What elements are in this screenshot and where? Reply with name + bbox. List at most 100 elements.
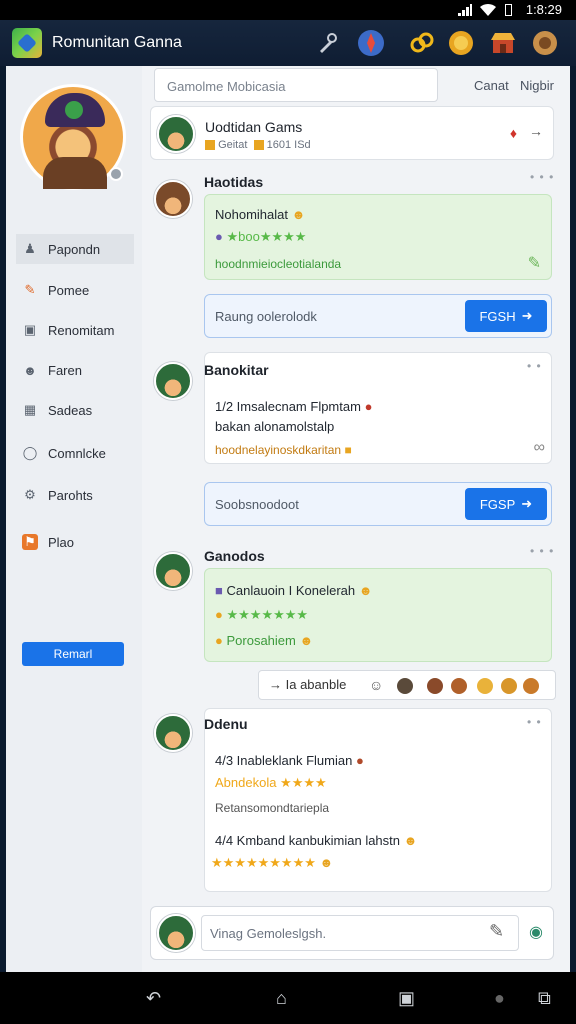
gem-icon	[65, 101, 83, 119]
post-tag[interactable]: hoodnelayinoskdkaritan ■	[215, 443, 352, 457]
shop-icon[interactable]	[489, 29, 517, 57]
avatar[interactable]	[154, 714, 192, 752]
sidebar-item-parohts[interactable]: ⚙ Parohts	[16, 480, 134, 510]
sidebar-action-button[interactable]: Remarl	[22, 642, 124, 666]
pencil-icon: ✎	[24, 282, 36, 297]
post-tag[interactable]: hoodnmieiocleotialanda	[215, 257, 341, 271]
sidebar-item-label: Faren	[48, 362, 82, 378]
post-author: Haotidas	[204, 174, 264, 190]
link-icon[interactable]	[408, 29, 436, 57]
post-text: bakan alonamolstalp	[215, 419, 335, 434]
sidebar: ♟ Papondn ✎ Pomee ▣ Renomitam ☻ Faren ▦ …	[6, 66, 142, 972]
wrench-icon[interactable]	[312, 29, 340, 57]
post-text: 1/2 Imsalecnam Flpmtam ●	[215, 399, 373, 414]
multiwindow-icon[interactable]: ⧉	[538, 988, 551, 1009]
tab-nigbir[interactable]: Nigbir	[520, 78, 554, 93]
back-icon[interactable]: ↶	[146, 988, 161, 1009]
arrow-right-icon: ➜	[521, 496, 533, 511]
settings-badge-icon[interactable]	[531, 29, 559, 57]
arrow-right-icon[interactable]: →	[529, 123, 543, 139]
profile-avatar[interactable]	[20, 84, 126, 190]
avatar	[157, 115, 195, 153]
sidebar-item-label: Pomee	[48, 282, 90, 298]
link-icon[interactable]: ∞	[534, 439, 545, 457]
post-text: ■ Canlauoin I Konelerah ☻	[215, 583, 373, 598]
sidebar-item-pomee[interactable]: ✎ Pomee	[16, 275, 134, 305]
more-options-icon[interactable]: • •	[527, 715, 542, 729]
emoji-icon[interactable]	[397, 678, 413, 694]
grid-icon: ▦	[23, 402, 37, 417]
search-input[interactable]: Gamolme Mobicasia	[154, 68, 438, 102]
post-text: Retansomondtariepla	[215, 801, 330, 815]
app-logo-icon	[12, 28, 42, 58]
send-icon[interactable]: ◉	[529, 922, 543, 942]
reply-input-2[interactable]: Soobsnoodoot FGSP ➜	[204, 482, 552, 526]
emoji-icon[interactable]	[451, 678, 467, 694]
sidebar-item-sadeas[interactable]: ▦ Sadeas	[16, 395, 134, 425]
more-options-icon[interactable]: • • •	[530, 544, 554, 558]
reaction-bar[interactable]: → Ia abanble ☺	[258, 670, 556, 700]
post-bubble: Nohomihalat ☻ ● ★boo★★★★ hoodnmieiocleot…	[204, 194, 552, 280]
post-bubble: ■ Canlauoin I Konelerah ☻ ● ★★★★★★★ ● Po…	[204, 568, 552, 662]
post-button[interactable]: FGSP ➜	[465, 488, 547, 520]
post-text: 4/4 Kmband kanbukimian lahstn ☻	[215, 833, 418, 848]
gear-icon: ⚙	[24, 487, 36, 502]
post-rating: Abndekola ★★★★	[215, 775, 327, 790]
flag-icon: ⚑	[22, 534, 38, 550]
coin-icon[interactable]	[447, 29, 475, 57]
app-title: Romunitan Ganna	[52, 34, 182, 51]
sidebar-item-label: Plao	[48, 534, 75, 550]
pinned-title: Uodtidan Gams	[205, 119, 303, 135]
edit-icon[interactable]: ✎	[528, 253, 541, 273]
tab-canat[interactable]: Canat	[474, 78, 509, 93]
sidebar-item-label: Renomitam	[48, 322, 115, 338]
more-options-icon[interactable]: • • •	[530, 170, 554, 184]
post-card: • • 4/3 Inableklank Flumian ● Abndekola …	[204, 708, 552, 892]
sidebar-item-label: Papondn	[48, 241, 101, 257]
assistant-icon[interactable]: ●	[494, 988, 505, 1009]
compass-icon[interactable]	[357, 29, 385, 57]
armor-icon	[43, 157, 107, 189]
reaction-label: → Ia abanble	[269, 677, 347, 692]
post-tag[interactable]: ● Porosahiem ☻	[215, 633, 313, 648]
emoji-icon[interactable]	[427, 678, 443, 694]
post-rating: ● ★★★★★★★	[215, 607, 309, 622]
pinned-meta: Geitat 1601 ISd	[205, 139, 311, 151]
post-rating: ★★★★★★★★★ ☻	[211, 855, 334, 870]
pinned-card[interactable]: Uodtidan Gams Geitat 1601 ISd ♦ →	[150, 106, 554, 160]
sidebar-item-plao[interactable]: ⚑ Plao	[16, 527, 134, 557]
sidebar-item-papondn[interactable]: ♟ Papondn	[16, 234, 134, 264]
smiley-icon[interactable]: ☺	[369, 677, 383, 693]
message-composer: Vinag Gemoleslgsh. ✎ ◉	[150, 906, 554, 960]
recents-icon[interactable]: ▣	[398, 988, 415, 1009]
flame-icon[interactable]: ♦	[510, 125, 517, 141]
status-bar: 1:8:29	[0, 0, 576, 20]
reply-input-1[interactable]: Raung oolerolodk FGSH ➜	[204, 294, 552, 338]
sidebar-item-renomitam[interactable]: ▣ Renomitam	[16, 315, 134, 345]
avatar[interactable]	[154, 552, 192, 590]
sidebar-item-label: Parohts	[48, 487, 93, 503]
more-options-icon[interactable]: • •	[527, 359, 542, 373]
post-button[interactable]: FGSH ➜	[465, 300, 547, 332]
reply-placeholder: Soobsnoodoot	[215, 497, 299, 512]
avatar[interactable]	[154, 362, 192, 400]
reply-placeholder: Raung oolerolodk	[215, 309, 317, 324]
post-text: 4/3 Inableklank Flumian ●	[215, 753, 364, 768]
app-header: Romunitan Ganna	[0, 20, 576, 66]
sidebar-item-label: Comnlcke	[48, 445, 106, 461]
message-input[interactable]: Vinag Gemoleslgsh.	[201, 915, 519, 951]
badge-icon	[253, 140, 264, 151]
emoji-icon[interactable]	[501, 678, 517, 694]
emoji-icon[interactable]	[523, 678, 539, 694]
badge-icon	[205, 140, 215, 151]
avatar[interactable]	[154, 180, 192, 218]
signal-icon	[458, 4, 472, 16]
sidebar-item-faren[interactable]: ☻ Faren	[16, 355, 134, 385]
battery-icon	[505, 4, 512, 16]
arrow-right-icon: ➜	[521, 308, 533, 323]
home-icon[interactable]: ⌂	[276, 988, 287, 1009]
attach-icon[interactable]: ✎	[489, 921, 504, 942]
emoji-icon[interactable]	[477, 678, 493, 694]
avatar	[157, 914, 195, 952]
sidebar-item-comnlcke[interactable]: ◯ Comnlcke	[16, 438, 134, 468]
